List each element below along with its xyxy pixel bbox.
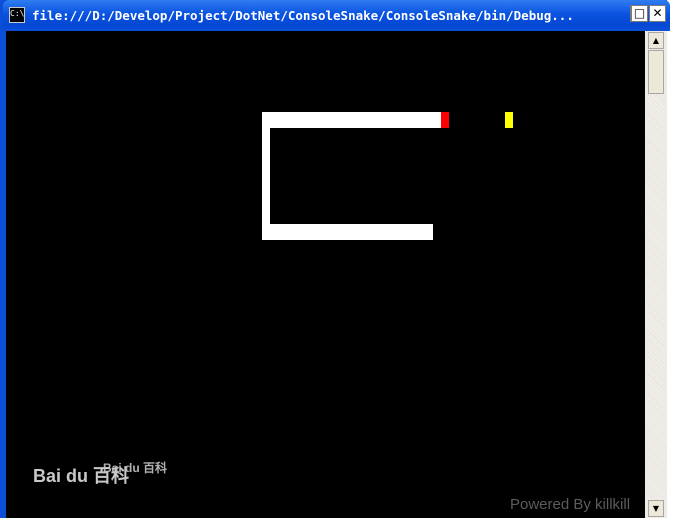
baidu-watermark: Bai du 百科 (33, 466, 130, 486)
snake-head (441, 112, 449, 128)
console-area (6, 31, 645, 518)
vertical-scrollbar[interactable]: ▲ ▼ (645, 31, 667, 518)
food-pellet (505, 112, 513, 128)
maximize-button[interactable]: □ (631, 5, 648, 22)
snake-body-left (262, 112, 270, 240)
scroll-up-button[interactable]: ▲ (648, 32, 664, 49)
console-app-icon[interactable]: C:\ (9, 7, 25, 23)
console-window: C:\ file:///D:/Develop/Project/DotNet/Co… (0, 0, 670, 518)
window-title: file:///D:/Develop/Project/DotNet/Consol… (32, 8, 574, 23)
scroll-down-button[interactable]: ▼ (648, 500, 664, 517)
scroll-thumb[interactable] (648, 50, 664, 94)
close-button[interactable]: ✕ (649, 5, 666, 22)
title-bar[interactable]: C:\ file:///D:/Develop/Project/DotNet/Co… (3, 0, 670, 31)
powered-by-credit: Powered By killkill (510, 496, 631, 513)
snake-body-top (262, 112, 441, 128)
snake-body-bottom (262, 224, 433, 240)
